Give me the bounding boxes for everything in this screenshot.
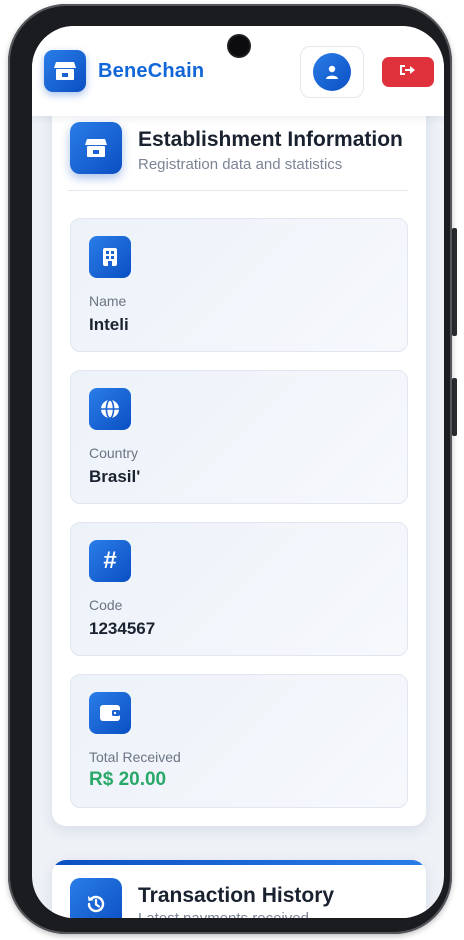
store-icon — [70, 122, 122, 174]
total-received-value: R$ 20.00 — [89, 769, 167, 790]
info-box-code: # Code 1234567 — [70, 522, 408, 656]
wallet-icon — [89, 692, 131, 734]
divider — [68, 190, 408, 191]
card-accent-bar — [52, 860, 426, 865]
card-subtitle: Registration data and statistics — [138, 156, 343, 173]
establishment-card: Establishment Information Registration d… — [52, 86, 426, 826]
front-camera — [229, 36, 249, 56]
transaction-history-card: Transaction History Latest payments rece… — [52, 860, 426, 918]
field-value: 1234567 — [89, 619, 156, 638]
card-subtitle: Latest payments received — [138, 910, 309, 918]
field-value: Inteli — [89, 315, 129, 334]
field-value: Brasil' — [89, 467, 141, 486]
store-icon[interactable] — [44, 50, 86, 92]
globe-icon — [89, 388, 131, 430]
info-box-country: Country Brasil' — [70, 370, 408, 504]
history-icon — [70, 878, 122, 918]
phone-side-button-volume — [452, 378, 457, 436]
info-box-name: Name Inteli — [70, 218, 408, 352]
info-box-total: Total Received R$ 20.00 — [70, 674, 408, 808]
building-icon — [89, 236, 131, 278]
brand-name[interactable]: BeneChain — [98, 60, 204, 83]
user-icon — [313, 53, 351, 91]
phone-screen: BeneChain Establishment Information Regi… — [32, 26, 444, 918]
card-title: Transaction History — [138, 884, 335, 907]
field-label: Name — [89, 293, 127, 309]
logout-button[interactable] — [382, 57, 434, 87]
logout-icon — [399, 63, 417, 82]
profile-button[interactable] — [300, 46, 364, 98]
phone-side-button-power — [452, 228, 457, 336]
card-title: Establishment Information — [138, 128, 403, 151]
field-label: Country — [89, 445, 139, 461]
phone-frame: BeneChain Establishment Information Regi… — [8, 4, 452, 934]
hash-icon: # — [89, 540, 131, 582]
field-label: Code — [89, 597, 123, 613]
field-label: Total Received — [89, 749, 181, 765]
